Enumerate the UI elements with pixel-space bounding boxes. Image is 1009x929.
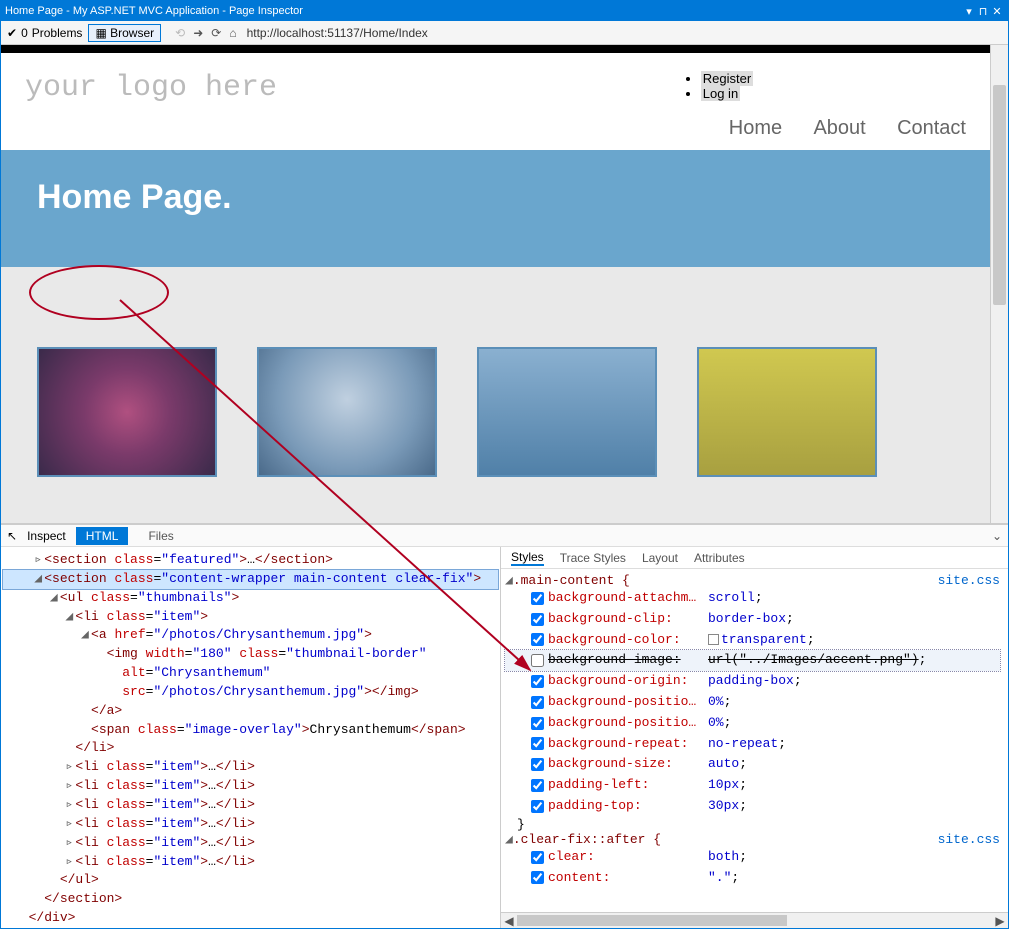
html-tree-line[interactable]: ◢<ul class="thumbnails">	[3, 589, 498, 608]
nav-home[interactable]: Home	[729, 117, 782, 139]
css-property-toggle[interactable]	[531, 779, 544, 792]
login-link[interactable]: Log in	[701, 86, 740, 101]
html-tree-line[interactable]: </section>	[3, 890, 498, 909]
main-nav: Home About Contact	[701, 117, 966, 140]
tab-files[interactable]: Files	[138, 527, 183, 545]
browser-icon: ▦	[95, 26, 106, 40]
css-property-row[interactable]: background-origin: padding-box;	[505, 671, 1000, 692]
html-tree-line[interactable]: ▹<li class="item">…</li>	[3, 758, 498, 777]
check-icon: ✔	[7, 26, 17, 40]
css-property-row[interactable]: background-image: url("../Images/accent.…	[505, 650, 1000, 671]
browser-button[interactable]: ▦ Browser	[88, 24, 161, 42]
inspector-panel: ↖ Inspect HTML Files ⌄ ▹<section class="…	[1, 523, 1008, 928]
dropdown-icon[interactable]: ▾	[962, 5, 976, 18]
title-bar: Home Page - My ASP.NET MVC Application -…	[1, 1, 1008, 21]
html-tree-line[interactable]: alt="Chrysanthemum"	[3, 664, 498, 683]
css-property-row[interactable]: padding-left: 10px;	[505, 775, 1000, 796]
css-property-toggle[interactable]	[531, 800, 544, 813]
css-property-toggle[interactable]	[531, 696, 544, 709]
inspect-label[interactable]: Inspect	[27, 529, 66, 543]
tab-styles[interactable]: Styles	[511, 550, 544, 566]
html-tree-line[interactable]: ◢<a href="/photos/Chrysanthemum.jpg">	[3, 626, 498, 645]
html-tree-line[interactable]: ▹<li class="item">…</li>	[3, 777, 498, 796]
css-property-row[interactable]: background-positio… 0%;	[505, 692, 1000, 713]
page-inspector-window: Home Page - My ASP.NET MVC Application -…	[0, 0, 1009, 929]
forward-icon[interactable]: ➜	[193, 26, 203, 40]
tab-attributes[interactable]: Attributes	[694, 551, 745, 565]
pin-icon[interactable]: ⊓	[976, 5, 990, 18]
css-property-toggle[interactable]	[531, 675, 544, 688]
css-property-row[interactable]: background-repeat: no-repeat;	[505, 734, 1000, 755]
chevron-down-icon[interactable]: ⌄	[992, 529, 1002, 543]
account-links: Register Log in	[701, 71, 906, 101]
html-tree-line[interactable]: ▹<section class="featured">…</section>	[3, 551, 498, 570]
thumbnail-tulips[interactable]	[697, 347, 877, 477]
css-property-row[interactable]: content: ".";	[505, 868, 1000, 889]
css-rule-selector[interactable]: ◢ .clear-fix::after {site.css	[505, 832, 1000, 847]
css-property-toggle[interactable]	[531, 633, 544, 646]
css-property-row[interactable]: background-positio… 0%;	[505, 713, 1000, 734]
css-property-row[interactable]: background-clip: border-box;	[505, 609, 1000, 630]
styles-horizontal-scrollbar[interactable]: ◀▶	[501, 912, 1008, 928]
close-icon[interactable]: ✕	[990, 5, 1004, 18]
html-tree-line[interactable]: </a>	[3, 702, 498, 721]
browser-preview: your logo here Register Log in Home Abou…	[1, 45, 1008, 523]
refresh-icon[interactable]: ⟳	[211, 26, 221, 40]
inspect-cursor-icon[interactable]: ↖	[7, 529, 17, 543]
url-bar[interactable]: http://localhost:51137/Home/Index	[243, 26, 1002, 40]
html-tree-line[interactable]: src="/photos/Chrysanthemum.jpg"></img>	[3, 683, 498, 702]
html-tree-line[interactable]: <span class="image-overlay">Chrysanthemu…	[3, 721, 498, 740]
styles-pane: Styles Trace Styles Layout Attributes ◢ …	[501, 547, 1008, 928]
css-property-toggle[interactable]	[531, 758, 544, 771]
html-tree-line[interactable]: ▹<li class="item">…</li>	[3, 834, 498, 853]
thumbnail-koala[interactable]	[257, 347, 437, 477]
html-tree-line[interactable]: ▹<li class="item">…</li>	[3, 815, 498, 834]
html-tree-line[interactable]: </ul>	[3, 871, 498, 890]
html-tree-line[interactable]: ▹<li class="item">…</li>	[3, 796, 498, 815]
css-rule-selector[interactable]: ◢ .main-content {site.css	[505, 573, 1000, 588]
html-tree-line[interactable]: ◢<li class="item">	[3, 608, 498, 627]
browser-vertical-scrollbar[interactable]	[990, 45, 1008, 523]
css-property-toggle[interactable]	[531, 871, 544, 884]
css-property-toggle[interactable]	[531, 737, 544, 750]
logo-placeholder: your logo here	[25, 71, 277, 105]
html-tree-line[interactable]: </div>	[3, 909, 498, 928]
html-tree-line[interactable]: </li>	[3, 739, 498, 758]
back-icon[interactable]: ⟲	[175, 26, 185, 40]
window-title: Home Page - My ASP.NET MVC Application -…	[5, 5, 303, 17]
css-property-toggle[interactable]	[531, 717, 544, 730]
css-property-row[interactable]: background-color: transparent;	[505, 630, 1000, 651]
page-topbar	[1, 45, 990, 53]
html-tree-line[interactable]: <img width="180" class="thumbnail-border…	[3, 645, 498, 664]
css-property-row[interactable]: background-size: auto;	[505, 754, 1000, 775]
css-property-toggle[interactable]	[531, 613, 544, 626]
css-property-row[interactable]: clear: both;	[505, 847, 1000, 868]
css-property-toggle[interactable]	[531, 592, 544, 605]
problems-indicator[interactable]: ✔ 0 Problems	[7, 26, 82, 40]
home-icon[interactable]: ⌂	[229, 26, 236, 40]
css-rules-list[interactable]: ◢ .main-content {site.cssbackground-atta…	[501, 569, 1008, 912]
main-content-section	[1, 267, 990, 523]
tab-trace-styles[interactable]: Trace Styles	[560, 551, 626, 565]
thumbnail-penguins[interactable]	[477, 347, 657, 477]
nav-contact[interactable]: Contact	[897, 117, 966, 139]
html-tree-line[interactable]: ▹<li class="item">…</li>	[3, 853, 498, 872]
thumbnail-chrysanthemum[interactable]	[37, 347, 217, 477]
toolbar: ✔ 0 Problems ▦ Browser ⟲ ➜ ⟳ ⌂ http://lo…	[1, 21, 1008, 45]
tab-html[interactable]: HTML	[76, 527, 129, 545]
css-property-toggle[interactable]	[531, 851, 544, 864]
html-tree-line[interactable]: ◢<section class="content-wrapper main-co…	[3, 570, 498, 589]
register-link[interactable]: Register	[701, 71, 753, 86]
tab-layout[interactable]: Layout	[642, 551, 678, 565]
nav-about[interactable]: About	[813, 117, 865, 139]
css-property-row[interactable]: background-attachm… scroll;	[505, 588, 1000, 609]
css-rule-close: }	[505, 817, 1000, 832]
hero-banner: Home Page.	[1, 150, 990, 267]
page-title: Home Page.	[37, 178, 954, 217]
html-tree-pane[interactable]: ▹<section class="featured">…</section> ◢…	[1, 547, 501, 928]
css-property-toggle[interactable]	[531, 654, 544, 667]
css-property-row[interactable]: padding-top: 30px;	[505, 796, 1000, 817]
